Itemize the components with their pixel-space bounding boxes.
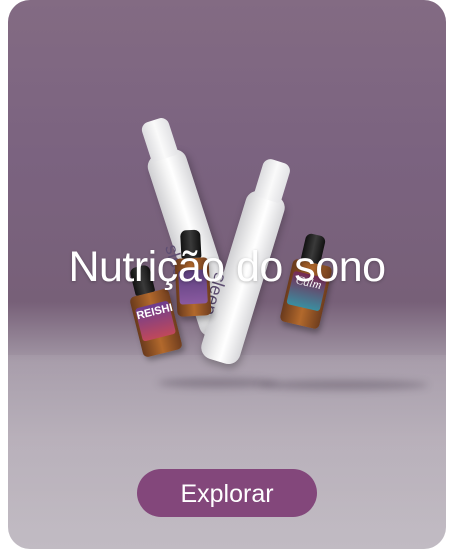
explore-button[interactable]: Explorar	[137, 469, 317, 517]
product-shadow	[258, 380, 428, 390]
spray-cap	[253, 157, 292, 204]
sleep-nutrition-card[interactable]: sleep sleep REISHI Calm Nutrição do sono…	[8, 0, 446, 549]
dropper-bottle-reishi: REISHI	[129, 288, 183, 358]
banner-title: Nutrição do sono	[68, 243, 386, 291]
reishi-label-text: REISHI	[135, 301, 174, 323]
spray-cap	[139, 115, 179, 163]
dropper-label: REISHI	[134, 300, 177, 342]
